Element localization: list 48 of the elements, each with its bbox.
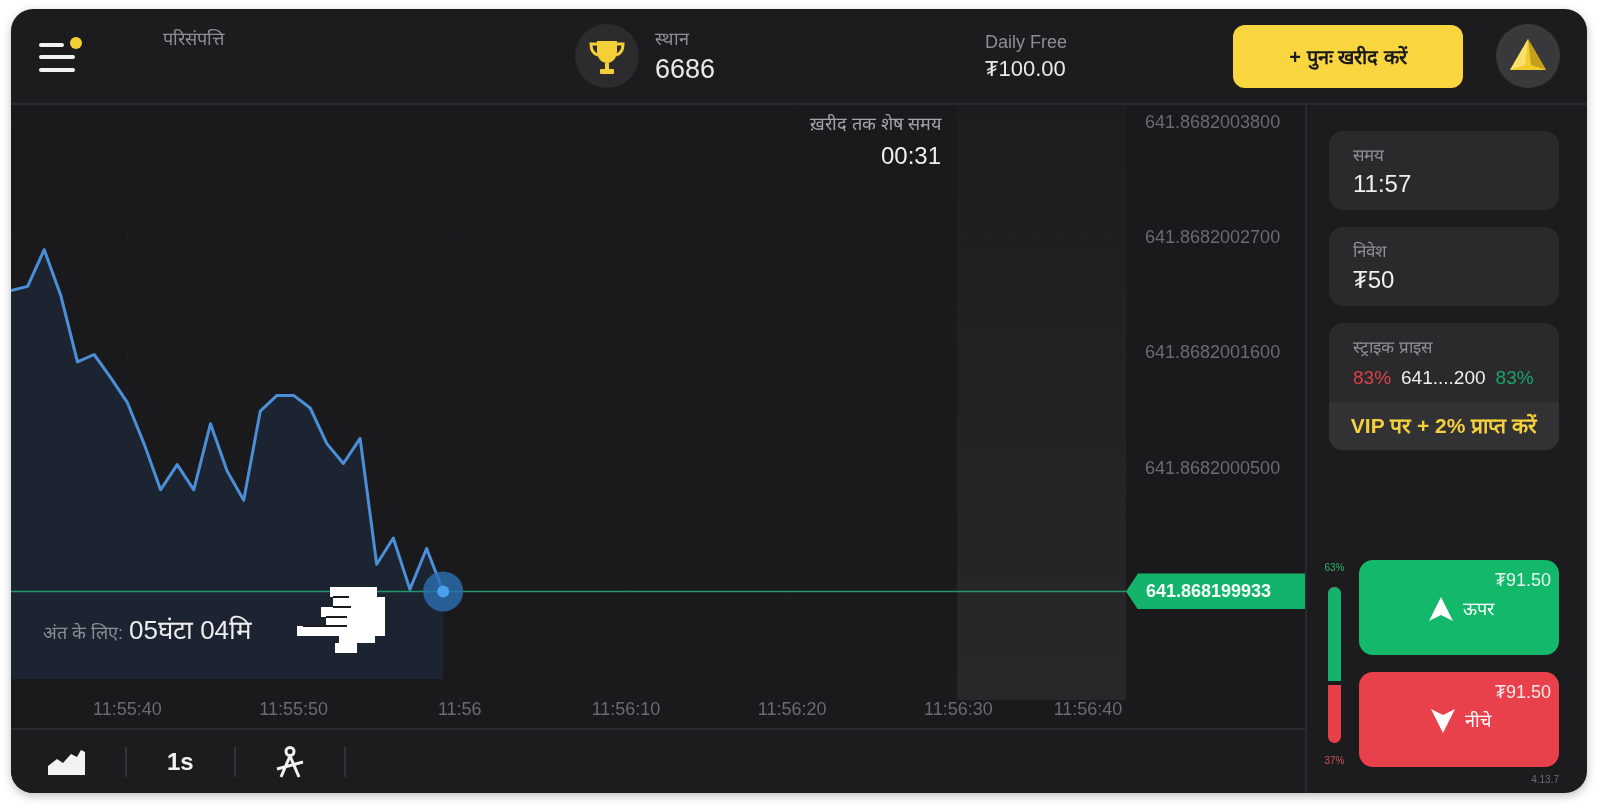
x-axis-label: 11:56 — [437, 698, 482, 719]
rank-value: 6686 — [655, 53, 716, 86]
expiry-label: अंत के लिए: — [43, 622, 123, 644]
area-chart-icon[interactable] — [48, 748, 85, 775]
pyramid-icon[interactable] — [1496, 24, 1560, 88]
down-button[interactable]: ₮91.50 नीचे — [1359, 672, 1559, 767]
down-payout: 83% — [1353, 366, 1392, 390]
y-axis-label: 641.8682001600 — [1145, 342, 1281, 363]
expiry-value: 05घंटा 04मि — [129, 614, 253, 647]
purchase-timer-label: ख़रीद तक शेष समय — [810, 113, 941, 136]
strike-price-label: स्ट्राइक प्राइस — [1353, 337, 1432, 359]
up-share-label: 63% — [1324, 562, 1345, 574]
app-version: 4.13.7 — [1531, 774, 1559, 786]
x-axis-label: 11:55:50 — [259, 698, 328, 719]
y-axis-label: 641.8682002700 — [1145, 226, 1281, 247]
balance-value: ₮100.00 — [985, 55, 1066, 83]
timeframe-button[interactable]: 1s — [167, 747, 194, 776]
x-axis-label: 11:55:40 — [93, 698, 162, 719]
field-label: निवेश — [1353, 241, 1387, 263]
menu-icon[interactable] — [39, 41, 75, 72]
x-axis-label: 11:56:40 — [1053, 698, 1123, 719]
field-value: ₮50 — [1353, 265, 1395, 295]
trade-field[interactable]: समय 11:57 — [1329, 131, 1559, 210]
rank-label: स्थान — [655, 28, 689, 51]
current-price-tag: 641.868199933 — [1126, 573, 1305, 610]
down-arrow-icon — [1431, 709, 1455, 733]
top-up-button[interactable]: + पुनः खरीद करें — [1233, 24, 1463, 88]
purchase-timer-value: 00:31 — [880, 141, 941, 171]
current-point-icon — [423, 571, 464, 612]
strike-price-card[interactable]: स्ट्राइक प्राइस 83% 641....200 83% VIP पर + 2% प्राप्त करें — [1329, 323, 1559, 450]
up-payout: 83% — [1495, 366, 1534, 390]
asset-label: परिसंपत्ति — [163, 28, 224, 51]
y-axis-label: 641.8682000500 — [1145, 457, 1281, 478]
up-arrow-icon — [1428, 597, 1453, 621]
trophy-icon — [575, 24, 639, 88]
field-value: 11:57 — [1353, 169, 1412, 199]
strike-price-value: 641....200 — [1401, 366, 1486, 390]
drawing-tools-icon[interactable] — [275, 745, 304, 778]
trade-field[interactable]: निवेश ₮50 — [1329, 227, 1559, 306]
x-axis-label: 11:56:10 — [591, 698, 661, 719]
x-axis-label: 11:56:20 — [757, 698, 827, 719]
pointing-hand-icon — [297, 587, 385, 653]
field-label: समय — [1353, 145, 1384, 167]
balance-label: Daily Free — [985, 31, 1068, 54]
vip-promo-banner[interactable]: VIP पर + 2% प्राप्त करें — [1329, 402, 1559, 450]
down-share-label: 37% — [1324, 755, 1345, 767]
x-axis-label: 11:56:30 — [924, 698, 993, 719]
y-axis-label: 641.8682003800 — [1145, 111, 1281, 132]
